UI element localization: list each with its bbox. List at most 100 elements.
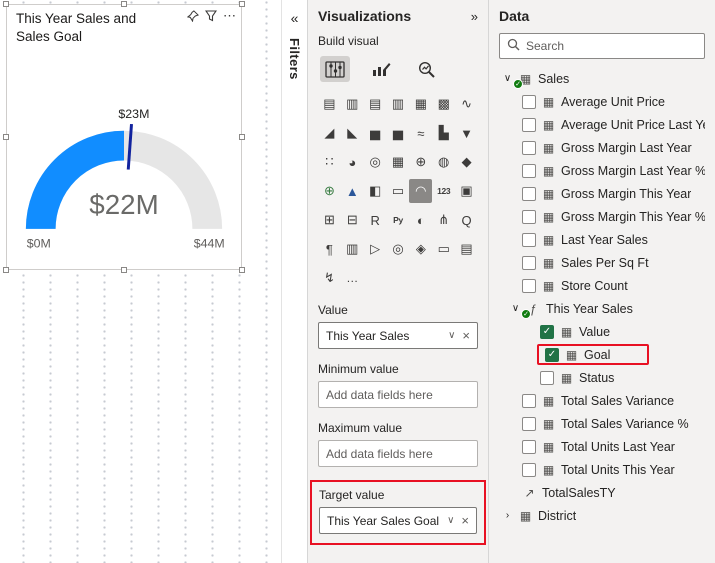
selection-handle[interactable] (239, 134, 245, 140)
field-row[interactable]: ↗ TotalSalesTY (499, 481, 705, 504)
chevron-down-icon[interactable]: ∨ (510, 303, 521, 314)
visual-type-pie-chart-icon[interactable]: ◕ (341, 150, 364, 174)
visual-type-python-visual-icon[interactable]: Py (387, 208, 410, 232)
field-checkbox[interactable] (522, 416, 536, 431)
field-checkbox[interactable]: ✓ (540, 324, 554, 339)
visual-type-power-automate-icon[interactable]: ↯ (318, 266, 341, 290)
chevron-right-icon[interactable]: › (502, 510, 513, 521)
expand-filters-icon[interactable]: « (291, 10, 299, 26)
visual-type-100-stacked-bar-chart-icon[interactable]: ▦ (409, 92, 432, 116)
well-field[interactable]: Add data fields here (318, 440, 478, 467)
tab-analytics[interactable] (412, 56, 442, 82)
field-row[interactable]: ∨ ▦ ✓ Sales (499, 67, 705, 90)
field-checkbox[interactable] (522, 462, 536, 477)
report-canvas[interactable]: This Year Sales and Sales Goal ⋯ $22M $23… (0, 0, 282, 563)
field-row[interactable]: ▦ Total Units Last Year (499, 435, 705, 458)
well-field[interactable]: This Year Sales Goal ∨ × (319, 507, 477, 534)
field-checkbox[interactable] (522, 439, 536, 454)
field-checkbox[interactable] (540, 370, 554, 385)
selection-handle[interactable] (3, 1, 9, 7)
selection-handle[interactable] (239, 267, 245, 273)
get-more-visuals-icon[interactable]: … (341, 266, 364, 290)
visual-type-ribbon-chart-icon[interactable]: ≈ (409, 121, 432, 145)
chevron-down-icon[interactable]: ∨ (448, 330, 455, 341)
selection-handle[interactable] (3, 134, 9, 140)
visual-type-100-stacked-column-chart-icon[interactable]: ▩ (432, 92, 455, 116)
field-checkbox[interactable] (522, 94, 536, 109)
visual-type-clustered-column-chart-icon[interactable]: ▥ (387, 92, 410, 116)
visual-type-waterfall-chart-icon[interactable]: ▙ (432, 121, 455, 145)
field-row[interactable]: ▦ Total Units This Year (499, 458, 705, 481)
visual-type-line-and-stacked-column-chart-icon[interactable]: ▅ (364, 121, 387, 145)
field-checkbox[interactable] (522, 163, 536, 178)
field-row[interactable]: ▦ Gross Margin This Year (499, 182, 705, 205)
visual-type-shape-map-icon[interactable]: ◆ (455, 150, 478, 174)
search-input[interactable] (526, 39, 697, 53)
field-checkbox[interactable] (522, 232, 536, 247)
visual-type-gauge-icon[interactable]: ◠ (409, 179, 433, 203)
visual-type-stacked-bar-chart-icon[interactable]: ▤ (318, 92, 341, 116)
field-row[interactable]: ∨ ƒ ✓ This Year Sales (499, 297, 705, 320)
gauge-visual[interactable]: This Year Sales and Sales Goal ⋯ $22M $23… (3, 1, 245, 273)
field-row[interactable]: ▦ Last Year Sales (499, 228, 705, 251)
visual-type-text-box-icon[interactable]: ▭ (432, 237, 455, 261)
field-row[interactable]: ▦ Store Count (499, 274, 705, 297)
field-checkbox[interactable] (522, 278, 536, 293)
pin-icon[interactable] (187, 10, 199, 22)
field-row[interactable]: ▦ Gross Margin This Year % (499, 205, 705, 228)
visual-type-kpi-icon[interactable]: ◧ (364, 179, 387, 203)
visual-type-line-chart-icon[interactable]: ∿ (455, 92, 478, 116)
visual-type-donut-chart-icon[interactable]: ◎ (364, 150, 387, 174)
visual-type-line-and-clustered-column-chart-icon[interactable]: ▅ (387, 121, 410, 145)
visual-type-stacked-area-chart-icon[interactable]: ◣ (341, 121, 364, 145)
visual-type-scatter-chart-icon[interactable]: ∷ (318, 150, 341, 174)
visual-type-stacked-column-chart-icon[interactable]: ▥ (341, 92, 364, 116)
field-row[interactable]: ▦ Gross Margin Last Year % (499, 159, 705, 182)
field-row[interactable]: ▦ Total Sales Variance % (499, 412, 705, 435)
well-field[interactable]: This Year Sales ∨ × (318, 322, 478, 349)
remove-field-icon[interactable]: × (462, 328, 470, 343)
visual-type-custom-visual-icon[interactable]: ◈ (409, 237, 432, 261)
field-checkbox[interactable] (522, 209, 536, 224)
field-row[interactable]: ▦ Sales Per Sq Ft (499, 251, 705, 274)
visual-type-multi-row-card-icon[interactable]: ▭ (387, 179, 410, 203)
field-row[interactable]: › ▦ District (499, 504, 705, 527)
search-box[interactable] (499, 33, 705, 59)
visual-type-r-script-visual-icon[interactable]: R (364, 208, 387, 232)
visual-type-treemap-icon[interactable]: ▦ (387, 150, 410, 174)
selection-handle[interactable] (121, 1, 127, 7)
field-checkbox[interactable] (522, 117, 536, 132)
collapse-visualizations-icon[interactable]: » (471, 9, 478, 24)
chevron-down-icon[interactable]: ∨ (447, 515, 454, 526)
visual-type-card-icon[interactable]: 123 (432, 179, 455, 203)
selection-handle[interactable] (121, 267, 127, 273)
field-row[interactable]: ▦ Total Sales Variance (499, 389, 705, 412)
chevron-down-icon[interactable]: ∨ (502, 73, 513, 84)
field-row[interactable]: ✓ ▦ Value (499, 320, 705, 343)
visual-type-power-apps-icon[interactable]: ▷ (364, 237, 387, 261)
field-row[interactable]: ▦ Average Unit Price Last Year (499, 113, 705, 136)
filter-icon[interactable] (205, 10, 217, 22)
visual-type-scorecard-icon[interactable]: ▤ (455, 237, 478, 261)
visual-type-qa-visual-icon[interactable]: Q (455, 208, 478, 232)
field-row[interactable]: ✓ ▦ Goal (499, 343, 705, 366)
visual-type-decomposition-tree-icon[interactable]: ⋔ (432, 208, 455, 232)
well-field[interactable]: Add data fields here (318, 381, 478, 408)
tab-build-visual[interactable] (320, 56, 350, 82)
field-checkbox[interactable] (522, 186, 536, 201)
visual-type-smart-narrative-icon[interactable]: ¶ (318, 237, 341, 261)
field-checkbox[interactable] (522, 255, 536, 270)
visual-type-area-chart-icon[interactable]: ◢ (318, 121, 341, 145)
field-row[interactable]: ▦ Gross Margin Last Year (499, 136, 705, 159)
field-checkbox[interactable] (522, 393, 536, 408)
visual-type-matrix-icon[interactable]: ⊟ (341, 208, 364, 232)
selection-handle[interactable] (3, 267, 9, 273)
field-checkbox[interactable]: ✓ (545, 347, 559, 362)
remove-field-icon[interactable]: × (461, 513, 469, 528)
field-checkbox[interactable] (522, 140, 536, 155)
visual-type-map-icon[interactable]: ⊕ (409, 150, 432, 174)
visual-type-paginated-report-icon[interactable]: ▥ (341, 237, 364, 261)
field-row[interactable]: ▦ Average Unit Price (499, 90, 705, 113)
field-row[interactable]: ▦ Status (499, 366, 705, 389)
selection-handle[interactable] (239, 1, 245, 7)
